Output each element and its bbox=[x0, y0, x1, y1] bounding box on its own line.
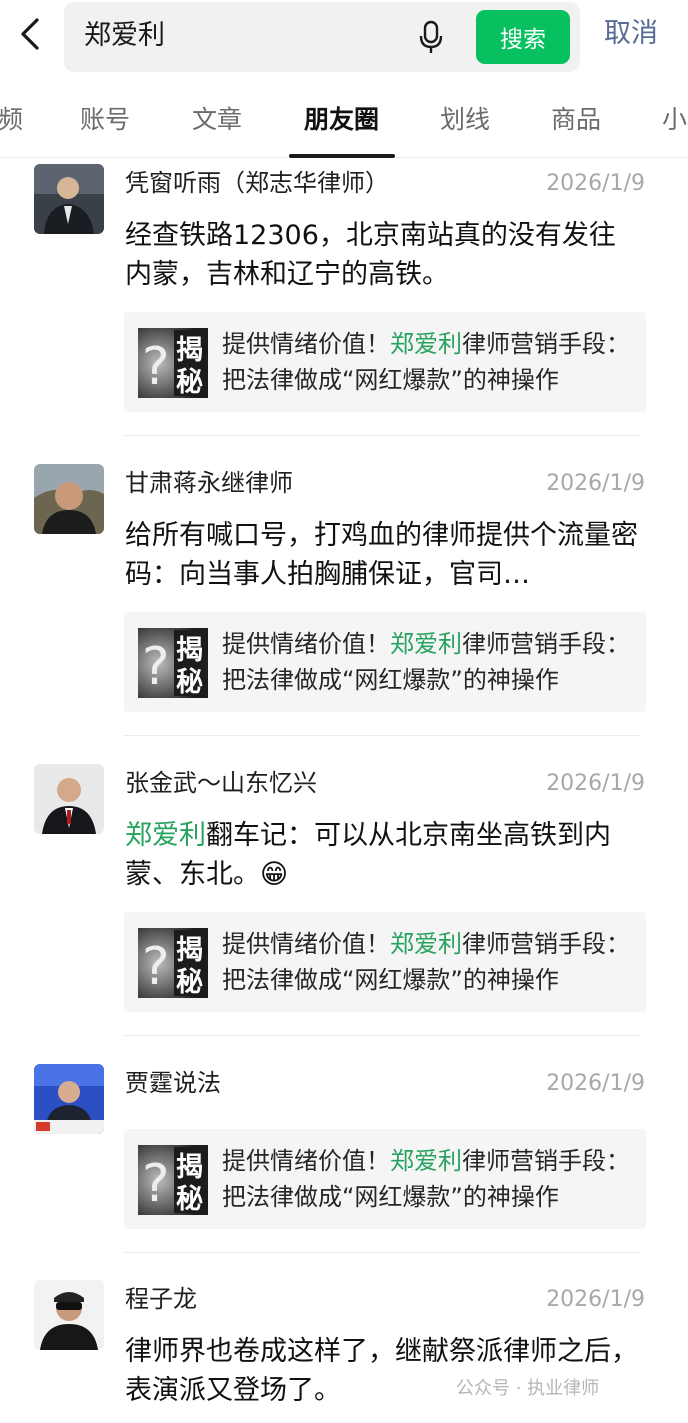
article-thumbnail: ? 揭秘 bbox=[138, 328, 208, 398]
post-divider bbox=[124, 735, 640, 736]
svg-text:揭: 揭 bbox=[176, 1152, 203, 1183]
tab-mini-programs[interactable]: 小 bbox=[662, 102, 687, 138]
back-button[interactable] bbox=[14, 14, 46, 54]
avatar[interactable] bbox=[34, 1280, 104, 1350]
svg-text:?: ? bbox=[142, 937, 170, 997]
svg-text:秘: 秘 bbox=[176, 967, 203, 998]
post-author[interactable]: 程子龙 bbox=[125, 1282, 197, 1316]
active-tab-indicator bbox=[289, 154, 395, 158]
voice-input-button[interactable] bbox=[414, 18, 448, 56]
avatar[interactable] bbox=[34, 164, 104, 234]
tab-highlights[interactable]: 划线 bbox=[440, 102, 490, 138]
post-date: 2026/1/9 bbox=[546, 1071, 645, 1096]
article-title: 提供情绪价值！郑爱利律师营销手段：把法律做成“网红爆款”的神操作 bbox=[222, 930, 630, 994]
svg-text:?: ? bbox=[142, 337, 170, 397]
cancel-button[interactable]: 取消 bbox=[604, 14, 658, 54]
svg-text:秘: 秘 bbox=[176, 1184, 203, 1215]
tab-articles[interactable]: 文章 bbox=[192, 102, 242, 138]
post-date: 2026/1/9 bbox=[546, 171, 645, 196]
shared-article-card[interactable]: ? 揭秘 提供情绪价值！郑爱利律师营销手段：把法律做成“网红爆款”的神操作 bbox=[124, 1129, 646, 1229]
tab-accounts[interactable]: 账号 bbox=[80, 102, 130, 138]
svg-text:秘: 秘 bbox=[176, 367, 203, 398]
svg-text:?: ? bbox=[142, 1154, 170, 1214]
watermark: 公众号 · 执业律师 bbox=[456, 1378, 600, 1399]
article-thumbnail: ? 揭秘 bbox=[138, 928, 208, 998]
svg-text:揭: 揭 bbox=[176, 335, 203, 366]
svg-text:揭: 揭 bbox=[176, 635, 203, 666]
search-button[interactable]: 搜索 bbox=[476, 10, 570, 64]
tab-video[interactable]: 频 bbox=[0, 102, 23, 138]
avatar[interactable] bbox=[34, 464, 104, 534]
article-title: 提供情绪价值！郑爱利律师营销手段：把法律做成“网红爆款”的神操作 bbox=[222, 330, 630, 394]
shared-article-card[interactable]: ? 揭秘 提供情绪价值！郑爱利律师营销手段：把法律做成“网红爆款”的神操作 bbox=[124, 612, 646, 712]
article-thumbnail: ? 揭秘 bbox=[138, 628, 208, 698]
post-divider bbox=[124, 1252, 640, 1253]
post-divider bbox=[124, 435, 640, 436]
shared-article-card[interactable]: ? 揭秘 提供情绪价值！郑爱利律师营销手段：把法律做成“网红爆款”的神操作 bbox=[124, 912, 646, 1012]
post-content: 经查铁路12306，北京南站真的没有发往内蒙，吉林和辽宁的高铁。 bbox=[125, 220, 616, 290]
svg-text:?: ? bbox=[142, 637, 170, 697]
avatar[interactable] bbox=[34, 1064, 104, 1134]
svg-text:秘: 秘 bbox=[176, 667, 203, 698]
post-author[interactable]: 贾霆说法 bbox=[125, 1066, 221, 1100]
post-content: 郑爱利翻车记：可以从北京南坐高铁到内蒙、东北。😁 bbox=[125, 820, 611, 890]
post-author[interactable]: 甘肃蒋永继律师 bbox=[125, 466, 293, 500]
search-input[interactable]: 郑爱利 搜索 bbox=[64, 2, 580, 72]
post-author[interactable]: 张金武～山东忆兴 bbox=[125, 766, 317, 800]
search-query: 郑爱利 bbox=[84, 20, 165, 51]
tab-products[interactable]: 商品 bbox=[551, 102, 601, 138]
article-title: 提供情绪价值！郑爱利律师营销手段：把法律做成“网红爆款”的神操作 bbox=[222, 630, 630, 694]
shared-article-card[interactable]: ? 揭秘 提供情绪价值！郑爱利律师营销手段：把法律做成“网红爆款”的神操作 bbox=[124, 312, 646, 412]
post-content: 给所有喊口号，打鸡血的律师提供个流量密码：向当事人拍胸脯保证，官司… bbox=[125, 520, 638, 590]
post-date: 2026/1/9 bbox=[546, 471, 645, 496]
search-header: 郑爱利 搜索 取消 bbox=[0, 0, 688, 75]
post-date: 2026/1/9 bbox=[546, 1287, 645, 1312]
search-category-tabs: 频 账号 文章 朋友圈 划线 商品 小 bbox=[0, 88, 688, 158]
microphone-icon bbox=[419, 20, 443, 53]
post-date: 2026/1/9 bbox=[546, 771, 645, 796]
tab-moments[interactable]: 朋友圈 bbox=[304, 102, 379, 138]
article-title: 提供情绪价值！郑爱利律师营销手段：把法律做成“网红爆款”的神操作 bbox=[222, 1147, 630, 1211]
article-thumbnail: ? 揭秘 bbox=[138, 1145, 208, 1215]
post-author[interactable]: 凭窗听雨（郑志华律师） bbox=[125, 166, 389, 200]
post-divider bbox=[124, 1035, 640, 1036]
svg-text:揭: 揭 bbox=[176, 935, 203, 966]
avatar[interactable] bbox=[34, 764, 104, 834]
chevron-left-icon bbox=[21, 18, 39, 50]
